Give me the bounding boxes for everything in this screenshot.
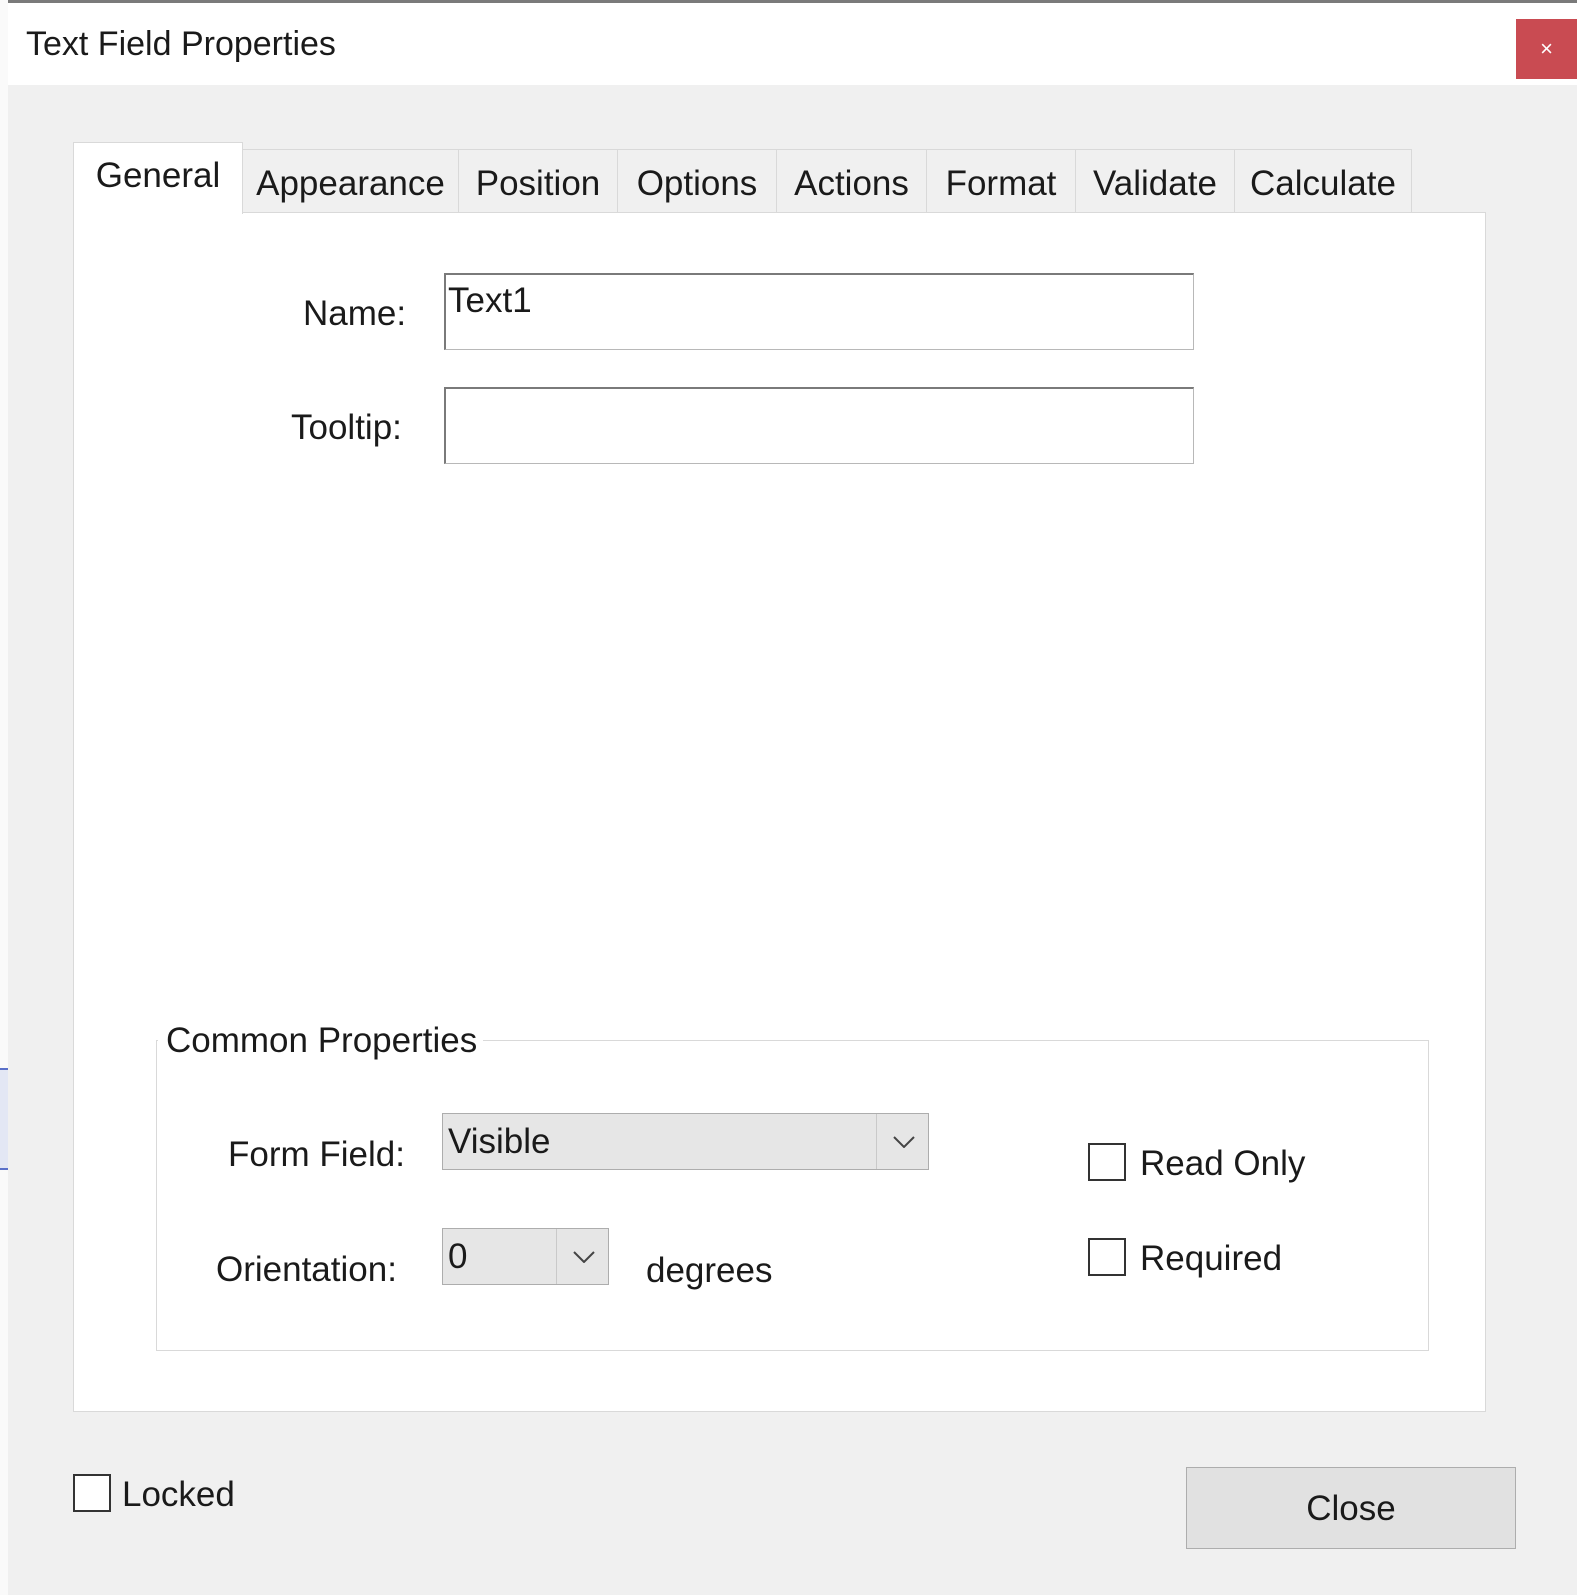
text-field-properties-dialog: Text Field Properties × General Appearan… bbox=[8, 0, 1577, 1595]
form-field-label: Form Field: bbox=[228, 1135, 405, 1174]
tab-position[interactable]: Position bbox=[458, 149, 618, 213]
close-button[interactable]: Close bbox=[1186, 1467, 1516, 1549]
locked-checkbox[interactable] bbox=[73, 1474, 111, 1512]
close-icon[interactable]: × bbox=[1516, 19, 1577, 79]
chevron-down-icon[interactable] bbox=[556, 1229, 608, 1284]
common-properties-legend: Common Properties bbox=[158, 1021, 484, 1061]
tab-actions[interactable]: Actions bbox=[776, 149, 927, 213]
tooltip-label: Tooltip: bbox=[291, 408, 402, 447]
tab-appearance[interactable]: Appearance bbox=[242, 149, 459, 213]
required-checkbox[interactable] bbox=[1088, 1238, 1126, 1276]
name-label: Name: bbox=[303, 294, 407, 333]
read-only-label[interactable]: Read Only bbox=[1140, 1144, 1305, 1184]
orientation-unit: degrees bbox=[646, 1251, 773, 1290]
background-selection bbox=[0, 1068, 8, 1170]
orientation-value: 0 bbox=[448, 1237, 468, 1276]
read-only-checkbox[interactable] bbox=[1088, 1143, 1126, 1181]
screen: Text Field Properties × General Appearan… bbox=[0, 0, 1577, 1595]
locked-label[interactable]: Locked bbox=[122, 1475, 235, 1515]
required-label[interactable]: Required bbox=[1140, 1239, 1282, 1279]
tab-calculate[interactable]: Calculate bbox=[1234, 149, 1412, 213]
common-properties-group bbox=[156, 1040, 1429, 1351]
tab-validate[interactable]: Validate bbox=[1075, 149, 1235, 213]
orientation-label: Orientation: bbox=[216, 1250, 397, 1289]
tooltip-field[interactable] bbox=[444, 387, 1194, 464]
tab-options[interactable]: Options bbox=[617, 149, 777, 213]
chevron-down-icon[interactable] bbox=[876, 1114, 928, 1169]
title-bar[interactable]: Text Field Properties × bbox=[8, 3, 1577, 85]
tab-format[interactable]: Format bbox=[926, 149, 1076, 213]
tab-general[interactable]: General bbox=[73, 142, 243, 214]
name-field[interactable]: Text1 bbox=[444, 273, 1194, 350]
dialog-title: Text Field Properties bbox=[26, 25, 336, 63]
orientation-select[interactable]: 0 bbox=[442, 1228, 609, 1285]
form-field-value: Visible bbox=[448, 1122, 551, 1161]
form-field-select[interactable]: Visible bbox=[442, 1113, 929, 1170]
